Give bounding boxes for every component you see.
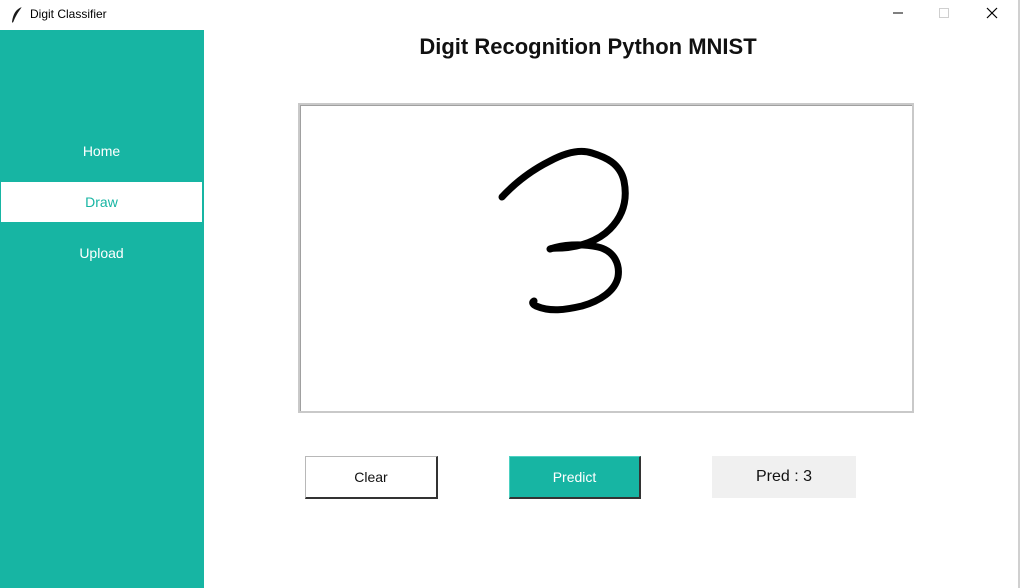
prediction-label: Pred : 3 xyxy=(712,456,856,498)
drawing-canvas[interactable] xyxy=(298,103,914,413)
sidebar-item-label: Upload xyxy=(79,245,124,261)
predict-button[interactable]: Predict xyxy=(509,456,641,499)
window-title: Digit Classifier xyxy=(30,7,107,21)
clear-button[interactable]: Clear xyxy=(305,456,438,499)
maximize-icon xyxy=(938,6,950,24)
minimize-button[interactable] xyxy=(875,0,921,30)
sidebar-item-draw[interactable]: Draw xyxy=(1,182,202,222)
title-bar[interactable]: Digit Classifier xyxy=(0,0,1018,30)
sidebar: Home Draw Upload xyxy=(0,30,204,588)
feather-icon xyxy=(10,6,24,24)
close-button[interactable] xyxy=(969,0,1015,30)
maximize-button[interactable] xyxy=(921,0,967,30)
minimize-icon xyxy=(892,6,904,24)
sidebar-item-upload[interactable]: Upload xyxy=(1,233,202,273)
sidebar-item-label: Draw xyxy=(85,194,118,210)
sidebar-item-label: Home xyxy=(82,143,121,159)
close-icon xyxy=(986,6,998,24)
page-title: Digit Recognition Python MNIST xyxy=(419,34,757,59)
sidebar-item-home[interactable]: Home xyxy=(1,131,202,171)
drawn-digit-stroke xyxy=(498,147,629,314)
app-window: Digit Classifier Home Draw Upload Digit … xyxy=(0,0,1020,588)
